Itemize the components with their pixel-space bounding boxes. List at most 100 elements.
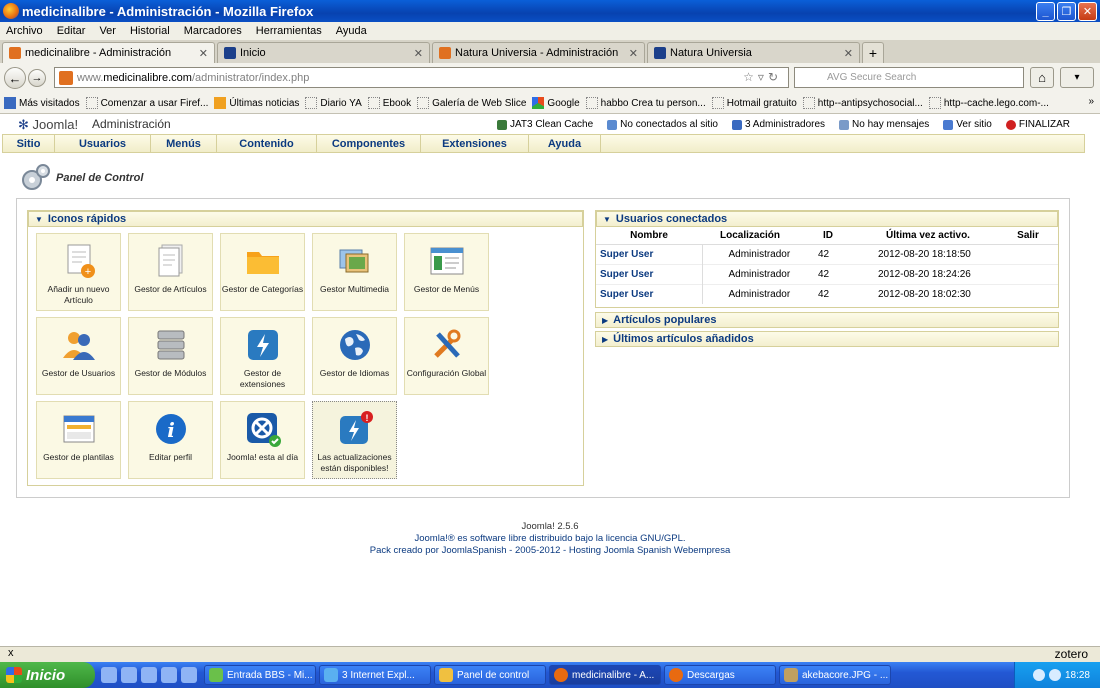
quick-add-article[interactable]: + Añadir un nuevo Artículo [36, 233, 121, 311]
quick-templates[interactable]: Gestor de plantilas [36, 401, 121, 479]
bookmark-label: Galería de Web Slice [432, 97, 527, 109]
bookmark-item[interactable]: habbo Crea tu person... [585, 97, 706, 109]
close-addon-bar-button[interactable]: x [8, 647, 14, 659]
close-tab-icon[interactable]: ✕ [414, 47, 423, 60]
logout-cell[interactable] [998, 283, 1058, 304]
close-tab-icon[interactable]: ✕ [199, 47, 208, 60]
quick-joomla-up-to-date[interactable]: Joomla! esta al día [220, 401, 305, 479]
network-icon[interactable] [1032, 669, 1045, 681]
chevron-right-icon[interactable]: » [1088, 96, 1094, 107]
media-icon[interactable] [181, 667, 197, 683]
logout-cell[interactable] [998, 263, 1058, 284]
bookmark-item[interactable]: Hotmail gratuito [711, 97, 797, 109]
menu-extensiones[interactable]: Extensiones [421, 135, 529, 152]
forward-button[interactable]: → [28, 69, 46, 87]
maximize-button[interactable]: ❐ [1057, 2, 1076, 21]
bookmark-item[interactable]: Galería de Web Slice [417, 97, 526, 109]
new-tab-button[interactable]: + [862, 42, 884, 63]
start-button[interactable]: Inicio [0, 662, 95, 688]
bookmark-item[interactable]: Diario YA [305, 97, 362, 109]
tab-medicinalibre[interactable]: medicinalibre - Administración ✕ [2, 42, 215, 63]
close-tab-icon[interactable]: ✕ [844, 47, 853, 60]
minimize-button[interactable]: _ [1036, 2, 1055, 21]
bookmark-item[interactable]: http--antipsychosocial... [802, 97, 923, 109]
ie-icon[interactable] [121, 667, 137, 683]
menu-marcadores[interactable]: Marcadores [184, 25, 242, 37]
task-ie[interactable]: 3 Internet Expl... [319, 665, 431, 685]
quick-users[interactable]: Gestor de Usuarios [36, 317, 121, 395]
firefox-icon[interactable] [161, 667, 177, 683]
menu-historial[interactable]: Historial [130, 25, 170, 37]
bookmark-item[interactable]: http--cache.lego.com-... [928, 97, 1049, 109]
quick-global-config[interactable]: Configuración Global [404, 317, 489, 395]
visitors-icon [607, 119, 618, 130]
clean-cache-link[interactable]: JAT3 Clean Cache [496, 119, 593, 130]
user-name-link[interactable]: Super User [596, 283, 702, 304]
home-button[interactable]: ⌂ [1030, 67, 1054, 88]
task-firefox-medicinalibre[interactable]: medicinalibre - A... [549, 665, 661, 685]
task-control-panel[interactable]: Panel de control [434, 665, 546, 685]
latest-articles-header[interactable]: ▶ Últimos artículos añadidos [595, 331, 1059, 347]
tab-natura[interactable]: Natura Universia ✕ [647, 42, 860, 63]
menu-editar[interactable]: Editar [57, 25, 86, 37]
quick-categories[interactable]: Gestor de Categorías [220, 233, 305, 311]
quick-articles[interactable]: Gestor de Artículos [128, 233, 213, 311]
quick-updates-available[interactable]: ! Las actualizaciones están disponibles! [312, 401, 397, 479]
footer-license-link[interactable]: Joomla!® es software libre distribuido b… [0, 533, 1100, 545]
desktop-icon[interactable] [101, 667, 117, 683]
zotero-button[interactable]: zotero [1055, 647, 1088, 661]
view-site-link[interactable]: Ver sitio [943, 119, 992, 130]
user-name-link[interactable]: Super User [596, 263, 702, 284]
menu-herramientas[interactable]: Herramientas [256, 25, 322, 37]
admins-status: 3 Administradores [731, 119, 825, 130]
menu-componentes[interactable]: Componentes [317, 135, 421, 152]
quick-icons-header[interactable]: ▼ Iconos rápidos [28, 211, 583, 227]
logout-cell[interactable] [998, 243, 1058, 264]
bookmark-item[interactable]: Últimas noticias [214, 97, 299, 109]
menu-ver[interactable]: Ver [99, 25, 116, 37]
footer-pack-link[interactable]: Pack creado por JoomlaSpanish - 2005-201… [0, 545, 1100, 557]
popular-articles-header[interactable]: ▶ Artículos populares [595, 312, 1059, 328]
user-last-active: 2012-08-20 18:24:26 [858, 263, 998, 284]
volume-icon[interactable] [1048, 669, 1061, 681]
extensions-menu-button[interactable]: ▾ [1060, 67, 1094, 88]
task-downloads[interactable]: Descargas [664, 665, 776, 685]
quick-extensions[interactable]: Gestor de extensiones [220, 317, 305, 395]
quick-menus[interactable]: Gestor de Menús [404, 233, 489, 311]
task-image[interactable]: akebacore.JPG - ... [779, 665, 891, 685]
menu-archivo[interactable]: Archivo [6, 25, 43, 37]
word-icon[interactable] [141, 667, 157, 683]
bookmark-star-icon[interactable]: ☆▿↻ [743, 70, 782, 84]
url-bar[interactable]: www. medicinalibre.com/administrator/inde… [54, 67, 789, 88]
bookmark-item[interactable]: Google [532, 97, 580, 109]
tab-natura-admin[interactable]: Natura Universia - Administración ✕ [432, 42, 645, 63]
task-bbs[interactable]: Entrada BBS - Mi... [204, 665, 316, 685]
quick-languages[interactable]: Gestor de Idiomas [312, 317, 397, 395]
messages-status[interactable]: No hay mensajes [839, 119, 929, 130]
info-icon: i [155, 414, 186, 444]
tab-inicio[interactable]: Inicio ✕ [217, 42, 430, 63]
back-button[interactable]: ← [4, 67, 26, 89]
search-input[interactable]: AVG Secure Search [794, 67, 1024, 88]
user-id: 42 [798, 283, 858, 304]
menu-contenido[interactable]: Contenido [217, 135, 317, 152]
windows-taskbar: Inicio Entrada BBS - Mi... 3 Internet Ex… [0, 662, 1100, 688]
logout-link[interactable]: FINALIZAR [1005, 119, 1070, 130]
firefox-icon [669, 668, 683, 682]
bookmark-item[interactable]: Comenzar a usar Firef... [85, 97, 208, 109]
menu-menus[interactable]: Menús [151, 135, 217, 152]
quick-edit-profile[interactable]: i Editar perfil [128, 401, 213, 479]
menu-ayuda-joomla[interactable]: Ayuda [529, 135, 601, 152]
bookmark-item[interactable]: Más visitados [4, 97, 80, 109]
menu-sitio[interactable]: Sitio [3, 135, 55, 152]
logged-users-header[interactable]: ▼ Usuarios conectados [596, 211, 1058, 227]
user-name-link[interactable]: Super User [596, 243, 702, 264]
quick-media[interactable]: Gestor Multimedia [312, 233, 397, 311]
menu-ayuda[interactable]: Ayuda [336, 25, 367, 37]
close-button[interactable]: ✕ [1078, 2, 1097, 21]
quick-modules[interactable]: Gestor de Módulos [128, 317, 213, 395]
menu-usuarios[interactable]: Usuarios [55, 135, 151, 152]
bookmark-item[interactable]: Ebook [367, 97, 411, 109]
site-identity-icon[interactable] [59, 71, 73, 85]
close-tab-icon[interactable]: ✕ [629, 47, 638, 60]
